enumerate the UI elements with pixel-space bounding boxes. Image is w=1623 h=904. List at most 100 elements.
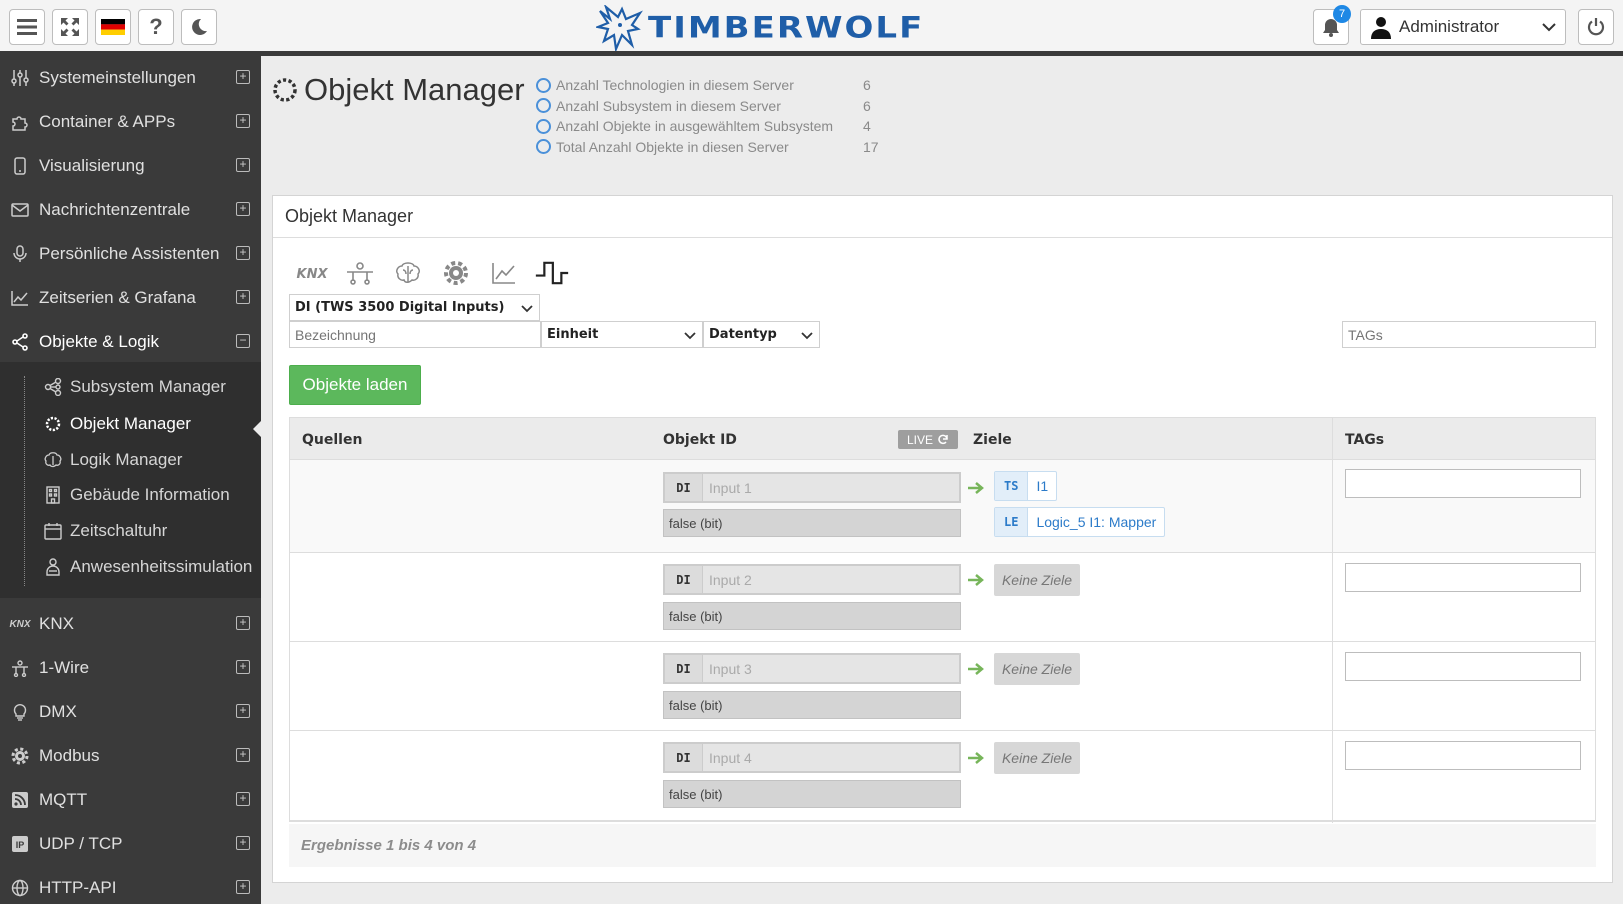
object-name: Input 1 bbox=[709, 479, 752, 496]
sidebar-item-objekte-logik[interactable]: Objekte & Logik − bbox=[0, 320, 261, 364]
row-tags-input[interactable] bbox=[1345, 741, 1581, 770]
results-summary: Ergebnisse 1 bis 4 von 4 bbox=[289, 824, 1596, 867]
object-value: false (bit) bbox=[663, 602, 961, 630]
tab-logic[interactable] bbox=[391, 258, 425, 288]
user-name: Administrator bbox=[1399, 17, 1500, 36]
row-tags-input[interactable] bbox=[1345, 469, 1581, 498]
tab-digital-inputs[interactable] bbox=[535, 258, 569, 288]
brain-icon bbox=[396, 262, 420, 283]
circle-icon bbox=[536, 77, 551, 93]
language-button[interactable] bbox=[95, 9, 131, 45]
sidebar-item-container-apps[interactable]: Container & APPs + bbox=[0, 100, 261, 144]
sidebar-subitem-gebaeude-information[interactable]: Gebäude Information bbox=[42, 480, 230, 510]
ring-icon bbox=[273, 78, 297, 102]
row-tags-input[interactable] bbox=[1345, 652, 1581, 681]
sidebar-item-knx[interactable]: KNX KNX + bbox=[0, 602, 261, 646]
live-toggle-button[interactable]: LIVE bbox=[898, 430, 958, 449]
dark-mode-button[interactable] bbox=[181, 9, 217, 45]
sidebar-item-1-wire[interactable]: 1-Wire + bbox=[0, 646, 261, 690]
tab-knx[interactable]: KNX bbox=[295, 258, 329, 288]
sliders-icon bbox=[10, 68, 30, 88]
sidebar-subitem-objekt-manager[interactable]: Objekt Manager bbox=[42, 409, 191, 439]
sidebar-subitem-subsystem-manager[interactable]: Subsystem Manager bbox=[42, 372, 226, 402]
sidebar-item-modbus[interactable]: Modbus + bbox=[0, 734, 261, 778]
arrow-right-icon bbox=[968, 482, 984, 494]
expand-icon bbox=[61, 18, 79, 36]
sidebar-subitem-label: Logik Manager bbox=[70, 450, 183, 469]
logout-button[interactable] bbox=[1578, 9, 1614, 45]
notification-count-badge: 7 bbox=[1333, 5, 1351, 23]
onewire-icon bbox=[347, 262, 373, 285]
sidebar-item-systemeinstellungen[interactable]: Systemeinstellungen + bbox=[0, 56, 261, 100]
knx-icon: KNX bbox=[9, 618, 31, 630]
user-select[interactable]: Administrator bbox=[1360, 9, 1566, 45]
sidebar-item-dmx[interactable]: DMX + bbox=[0, 690, 261, 734]
object-value: false (bit) bbox=[663, 780, 961, 808]
phone-icon bbox=[10, 156, 30, 176]
fullscreen-button[interactable] bbox=[52, 9, 88, 45]
expand-icon: + bbox=[236, 290, 250, 304]
bezeichnung-input[interactable] bbox=[289, 321, 541, 348]
sidebar-subitem-anwesenheitssimulation[interactable]: Anwesenheitssimulation bbox=[42, 552, 252, 582]
sidebar-subitem-label: Subsystem Manager bbox=[70, 377, 226, 396]
knx-icon: KNX bbox=[297, 267, 329, 282]
subsystem-select[interactable]: DI (TWS 3500 Digital Inputs) bbox=[289, 294, 540, 321]
sidebar-item-label: Nachrichtenzentrale bbox=[39, 200, 191, 219]
circle-icon bbox=[536, 98, 551, 114]
sidebar-subitem-zeitschaltuhr[interactable]: Zeitschaltuhr bbox=[42, 516, 167, 546]
object-id-field[interactable]: DI Input 4 bbox=[663, 742, 961, 773]
sidebar-item-http-api[interactable]: HTTP-API + bbox=[0, 866, 261, 904]
german-flag-icon bbox=[101, 19, 125, 35]
tab-modbus[interactable] bbox=[439, 258, 473, 288]
tags-filter-input[interactable] bbox=[1342, 321, 1596, 348]
sidebar-subitem-logik-manager[interactable]: Logik Manager bbox=[42, 445, 182, 475]
help-button[interactable]: ? bbox=[138, 9, 174, 45]
sidebar-item-udp-tcp[interactable]: IP UDP / TCP + bbox=[0, 822, 261, 866]
einheit-select[interactable]: Einheit bbox=[541, 321, 703, 348]
sidebar-item-nachrichtenzentrale[interactable]: Nachrichtenzentrale + bbox=[0, 188, 261, 232]
sidebar-item-mqtt[interactable]: MQTT + bbox=[0, 778, 261, 822]
table-row: DI Input 2 false (bit) Keine Ziele bbox=[290, 553, 1595, 642]
expand-icon: + bbox=[236, 246, 250, 260]
column-header-quellen: Quellen bbox=[302, 432, 363, 448]
sidebar-item-zeitserien-grafana[interactable]: Zeitserien & Grafana + bbox=[0, 276, 261, 320]
cog-icon bbox=[444, 261, 468, 285]
calendar-icon bbox=[42, 520, 64, 542]
no-targets-badge: Keine Ziele bbox=[994, 742, 1080, 774]
column-header-objekt-id: Objekt ID bbox=[663, 432, 737, 448]
sidebar-subitem-label: Anwesenheitssimulation bbox=[70, 557, 253, 576]
sidebar-item-label: UDP / TCP bbox=[39, 834, 123, 853]
circle-icon bbox=[536, 139, 551, 155]
sidebar-item-visualisierung[interactable]: Visualisierung + bbox=[0, 144, 261, 188]
tab-1-wire[interactable] bbox=[343, 258, 377, 288]
globe-icon bbox=[10, 878, 30, 898]
tab-timeseries[interactable] bbox=[487, 258, 521, 288]
expand-icon: + bbox=[236, 70, 250, 84]
object-id-field[interactable]: DI Input 2 bbox=[663, 564, 961, 595]
row-tags-input[interactable] bbox=[1345, 563, 1581, 592]
stat-objects-selected: Anzahl Objekte in ausgewähltem Subsystem… bbox=[536, 116, 893, 137]
object-id-field[interactable]: DI Input 3 bbox=[663, 653, 961, 684]
expand-icon: + bbox=[236, 202, 250, 216]
sidebar-item-label: 1-Wire bbox=[39, 658, 90, 677]
share-icon bbox=[10, 332, 30, 352]
sidebar-item-persoenliche-assistenten[interactable]: Persönliche Assistenten + bbox=[0, 232, 261, 276]
top-bar: ? TIMBERWOLF 7 Administrator bbox=[0, 0, 1623, 56]
chevron-down-icon bbox=[684, 332, 696, 340]
menu-toggle-button[interactable] bbox=[9, 9, 45, 45]
load-objects-button[interactable]: Objekte laden bbox=[289, 365, 421, 405]
svg-text:IP: IP bbox=[16, 840, 25, 850]
arrow-right-icon bbox=[968, 574, 984, 586]
bulb-icon bbox=[10, 702, 30, 722]
collapse-icon: − bbox=[236, 334, 250, 348]
object-id-field[interactable]: DI Input 1 bbox=[663, 472, 961, 503]
building-icon bbox=[42, 484, 64, 506]
expand-icon: + bbox=[236, 704, 250, 718]
stat-objects-total: Total Anzahl Objekte in diesen Server 17 bbox=[536, 137, 893, 158]
hamburger-icon bbox=[17, 19, 37, 35]
object-name: Input 3 bbox=[709, 660, 752, 677]
object-value: false (bit) bbox=[663, 509, 961, 537]
target-link[interactable]: LE Logic_5 I1: Mapper bbox=[994, 507, 1166, 537]
datentyp-select[interactable]: Datentyp bbox=[703, 321, 820, 348]
target-link[interactable]: TS I1 bbox=[994, 471, 1058, 501]
